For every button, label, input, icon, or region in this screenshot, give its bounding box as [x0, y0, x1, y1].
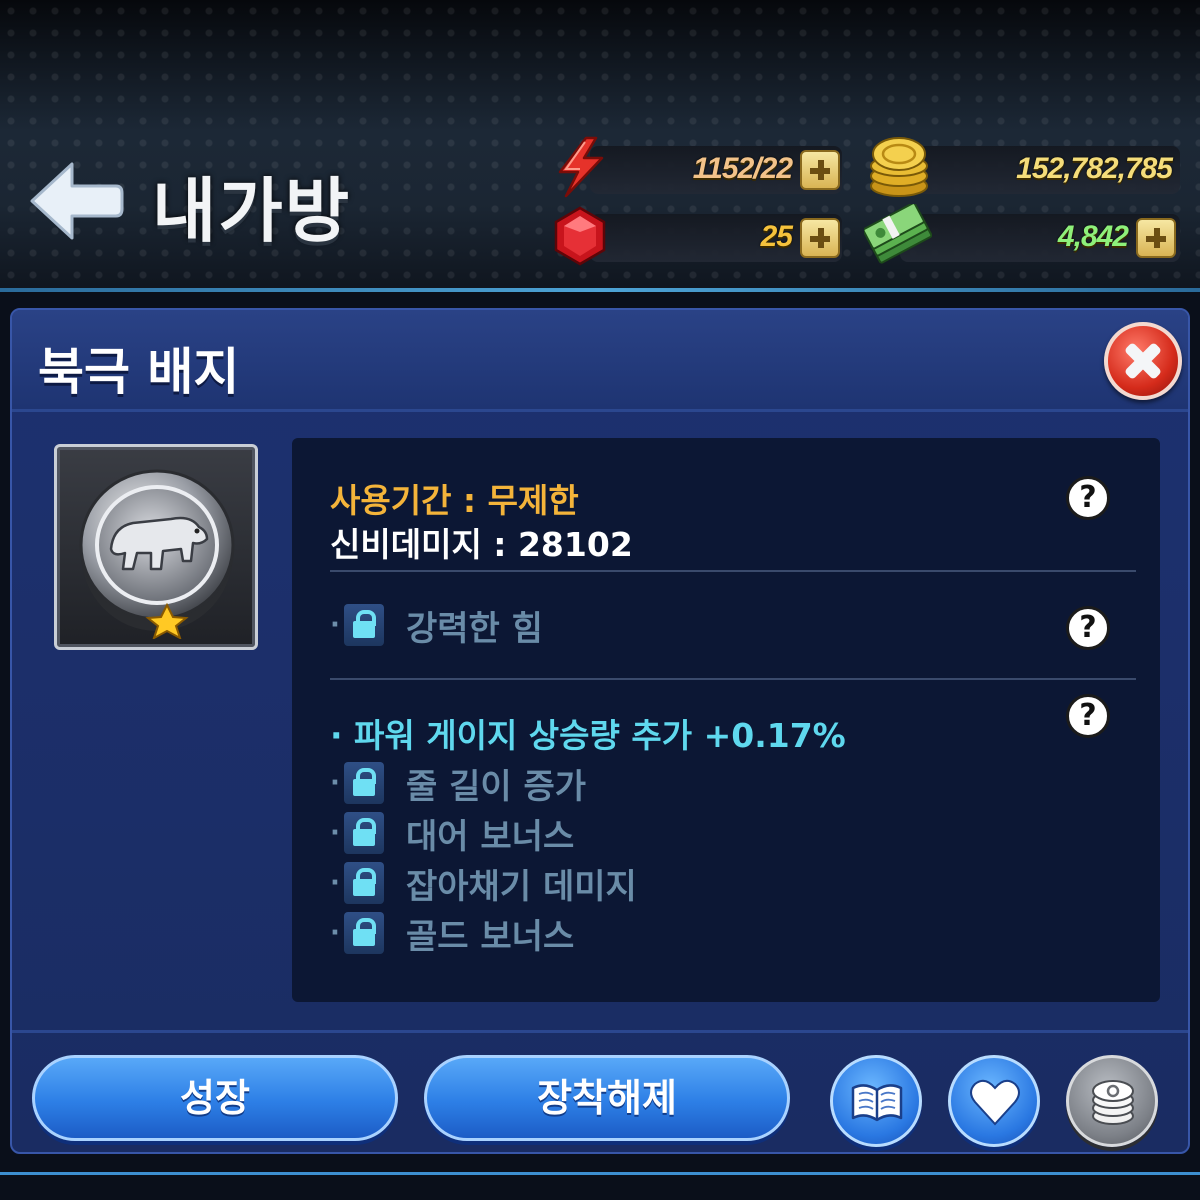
gem-value: 25	[760, 220, 793, 253]
locked-option-label: 강력한 힘	[406, 608, 543, 649]
lock-icon	[344, 812, 384, 854]
panel-header: 북극 배지	[12, 310, 1188, 412]
locked-option-label: 골드 보너스	[406, 916, 575, 957]
heart-icon	[970, 1079, 1020, 1126]
cash-add-button[interactable]	[1136, 218, 1176, 258]
unequip-button[interactable]: 장착해제	[424, 1055, 790, 1141]
usage-period: 사용기간 : 무제한	[330, 481, 579, 520]
energy-add-button[interactable]	[800, 150, 840, 190]
lock-icon	[344, 762, 384, 804]
active-option-label: · 파워 게이지 상승량 추가 +0.17%	[330, 716, 846, 755]
locked-option-label: 대어 보너스	[406, 816, 575, 857]
cash-value: 4,842	[1057, 220, 1129, 253]
gold-value: 152,782,785	[1016, 152, 1173, 185]
lock-icon	[344, 912, 384, 954]
active-option-row: · 파워 게이지 상승량 추가 +0.17%	[330, 710, 846, 756]
action-bar: 성장 장착해제	[12, 1030, 1188, 1154]
badge-info-box: 사용기간 : 무제한 신비데미지 : 28102 ? · 강력한 힘 ? ? ·…	[292, 438, 1160, 1002]
close-button[interactable]	[1104, 322, 1182, 400]
help-icon[interactable]: ?	[1066, 694, 1110, 738]
red-gem-icon	[554, 206, 606, 266]
book-button[interactable]	[830, 1055, 922, 1147]
book-icon	[851, 1084, 903, 1122]
screen-title: 내가방	[152, 170, 352, 252]
cash-stack-icon	[864, 204, 932, 264]
top-bar: 내가방 1152/22 152,782,785 25 4,842	[0, 0, 1200, 292]
locked-option-row: · 강력한 힘	[330, 602, 543, 649]
bullet: ·	[330, 918, 340, 948]
help-icon[interactable]: ?	[1066, 606, 1110, 650]
lock-icon	[344, 604, 384, 646]
gold-coins-icon	[870, 137, 928, 197]
locked-option-label: 잡아채기 데미지	[406, 866, 637, 907]
favorite-button[interactable]	[948, 1055, 1040, 1147]
bullet: ·	[330, 868, 340, 898]
badge-frame	[54, 444, 258, 650]
polar-bear-badge-icon	[79, 469, 235, 639]
locked-option-row: · 골드 보너스	[330, 910, 575, 957]
bullet: ·	[330, 818, 340, 848]
divider	[330, 678, 1136, 680]
panel-title: 북극 배지	[38, 343, 240, 401]
locked-option-row: · 잡아채기 데미지	[330, 860, 637, 907]
badge-detail-panel: 북극 배지 사용기간 : 무제한 신비데미지: 28102 ? · 강력한 힘…	[10, 308, 1190, 1154]
back-arrow-icon[interactable]	[28, 160, 124, 242]
locked-option-row: · 줄 길이 증가	[330, 760, 587, 807]
gold-coin-stack-icon	[1092, 1080, 1134, 1125]
gem-add-button[interactable]	[800, 218, 840, 258]
energy-value: 1152/22	[692, 152, 793, 185]
locked-option-row: · 대어 보너스	[330, 810, 575, 857]
bullet: ·	[330, 610, 340, 640]
grow-button[interactable]: 성장	[32, 1055, 398, 1141]
locked-option-label: 줄 길이 증가	[406, 766, 587, 807]
bullet: ·	[330, 768, 340, 798]
lock-icon	[344, 862, 384, 904]
bottom-strip	[0, 1172, 1200, 1200]
sell-button[interactable]	[1066, 1055, 1158, 1147]
mystic-damage: 신비데미지 : 28102	[330, 525, 633, 564]
divider	[330, 570, 1136, 572]
help-icon[interactable]: ?	[1066, 476, 1110, 520]
lightning-icon	[558, 136, 604, 198]
